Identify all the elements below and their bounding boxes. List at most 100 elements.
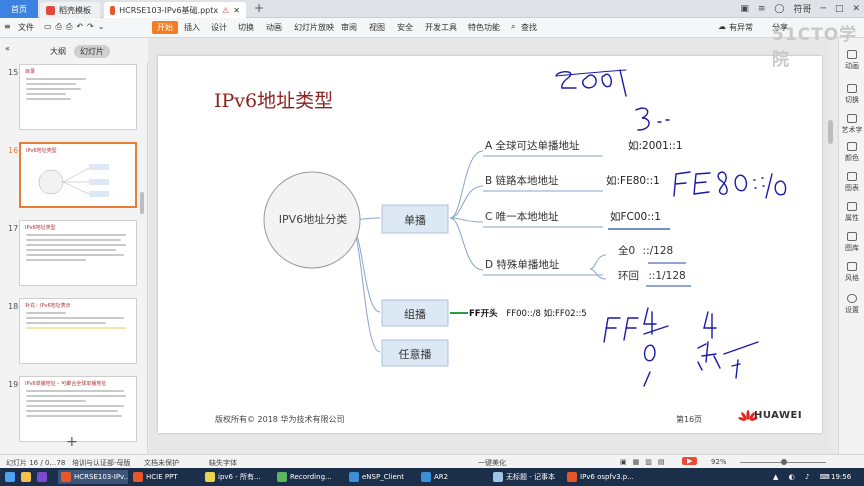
thumb-number: 19 <box>8 380 19 389</box>
quick-access-icons[interactable]: ▭⎙⎙↶↷⌄ <box>44 22 108 32</box>
watermark: 51CTO学院 <box>772 25 858 70</box>
taskbar-item[interactable]: Recording... <box>274 470 344 484</box>
unicast-c-example: 如FC00::1 <box>610 211 661 223</box>
missing-font[interactable]: 缺失字体 <box>209 458 237 468</box>
taskbar-label: 无标题 - 记事本 <box>506 473 555 481</box>
play-button[interactable]: ▶ <box>682 457 698 465</box>
thumb-number: 16 <box>8 146 19 155</box>
layout-icon[interactable]: ▣ <box>740 4 749 14</box>
unicast-a-example: 如:2001::1 <box>628 140 683 152</box>
menu-icon[interactable]: ≡ <box>758 4 766 14</box>
thumb-number: 15 <box>8 68 19 77</box>
panel-color[interactable]: 颜色 <box>839 142 864 163</box>
panel-transition[interactable]: 切换 <box>839 84 864 105</box>
panel-wordart[interactable]: 艺术字 <box>839 114 864 135</box>
menu-animation[interactable]: 动画 <box>266 22 282 33</box>
multicast-node: 组播 <box>404 308 426 321</box>
taskbar-item[interactable]: eNSP_Client <box>346 470 416 484</box>
multicast-note-rest: FF00::/8 如:FF02::5 <box>506 309 587 319</box>
menu-slideshow[interactable]: 幻灯片放映 <box>294 22 334 33</box>
search-icon[interactable]: ⌕ <box>511 22 515 32</box>
start-icon[interactable] <box>2 470 18 484</box>
tab-bar: 首页 稻壳模板 HCRSE103-IPv6基础.pptx ⚠ ✕ + ▣ ≡ ◯… <box>0 0 864 18</box>
taskbar-label: HCIE PPT <box>146 473 178 481</box>
taskbar-item[interactable]: IPv6 ospfv3.p... <box>564 470 636 484</box>
close-tab-icon[interactable]: ✕ <box>233 6 240 15</box>
maximize-icon[interactable]: □ <box>835 4 844 14</box>
add-tab-button[interactable]: + <box>254 1 264 15</box>
slide-thumbnail[interactable]: 目录 <box>19 64 137 130</box>
panel-settings-label: 设置 <box>845 306 859 314</box>
slide-thumbnail-selected[interactable]: IPv6地址类型 <box>19 142 137 208</box>
taskbar-item[interactable]: HCRSE103-IPv... <box>58 470 128 484</box>
windows-taskbar: HCRSE103-IPv... HCIE PPT ipv6 - 所有... Re… <box>0 468 864 486</box>
tab-document[interactable]: HCRSE103-IPv6基础.pptx ⚠ ✕ <box>104 2 246 18</box>
menu-transition[interactable]: 切换 <box>238 22 254 33</box>
anycast-node: 任意播 <box>398 348 432 361</box>
taskbar-label: AR2 <box>434 473 449 481</box>
menu-view[interactable]: 视图 <box>369 22 385 33</box>
panel-color-label: 颜色 <box>845 154 859 162</box>
huawei-brand: HUAWEI <box>754 410 803 421</box>
slide-thumbnail[interactable]: IPv6地址类型 <box>19 220 137 286</box>
taskbar-label: eNSP_Client <box>362 473 404 481</box>
collapse-icon[interactable]: « <box>5 44 10 53</box>
panel-chart-label: 图表 <box>845 184 859 192</box>
ribbon-menu: ≡ 文件 ▭⎙⎙↶↷⌄ 开始 插入 设计 切换 动画 幻灯片放映 审阅 视图 安… <box>0 18 864 38</box>
tab-slides[interactable]: 幻灯片 <box>74 45 110 58</box>
slide-copyright: 版权所有© 2018 华为技术有限公司 <box>215 415 345 424</box>
panel-transition-label: 切换 <box>845 96 859 104</box>
panel-settings[interactable]: 设置 <box>839 294 864 315</box>
hamburger-icon[interactable]: ≡ <box>4 22 11 31</box>
slide-thumbnail[interactable]: IPv6单播地址 – 可聚合全球单播地址 <box>19 376 137 442</box>
menu-insert[interactable]: 插入 <box>184 22 200 33</box>
zoom-level[interactable]: 92% <box>711 458 727 466</box>
user-avatar-icon[interactable]: ◯ <box>774 4 784 14</box>
panel-chart[interactable]: 图表 <box>839 172 864 193</box>
explorer-icon[interactable] <box>18 470 34 484</box>
menu-review[interactable]: 审阅 <box>341 22 357 33</box>
taskbar-item[interactable]: ipv6 - 所有... <box>202 470 272 484</box>
tab-outline[interactable]: 大纲 <box>44 45 72 58</box>
multicast-note: FF开头 FF00::/8 如:FF02::5 <box>469 307 587 319</box>
panel-gallery[interactable]: 图库 <box>839 232 864 253</box>
panel-style[interactable]: 风格 <box>839 262 864 283</box>
file-menu[interactable]: 文件 <box>18 22 34 33</box>
beautify-button[interactable]: 一键美化 <box>478 458 506 468</box>
unicast-b-label: B 链路本地地址 <box>485 175 559 187</box>
tab-home-label: 首页 <box>11 4 27 14</box>
add-slide-button[interactable]: + <box>66 434 78 450</box>
view-mode-icons[interactable]: ▣▦▥▤ <box>620 458 670 466</box>
menu-design[interactable]: 设计 <box>211 22 227 33</box>
protect-status[interactable]: 文档未保护 <box>144 458 179 468</box>
zoom-knob[interactable] <box>781 459 787 465</box>
menu-devtools[interactable]: 开发工具 <box>425 22 457 33</box>
tab-home[interactable]: 首页 <box>0 0 38 18</box>
connector-unicast-d <box>449 217 484 271</box>
tab-template[interactable]: 稻壳模板 <box>40 2 100 18</box>
menu-start[interactable]: 开始 <box>152 21 178 34</box>
thumbnail-scrollbar[interactable] <box>140 192 144 214</box>
minimize-icon[interactable]: ─ <box>821 4 826 14</box>
taskbar-item[interactable]: AR2 <box>418 470 488 484</box>
panel-properties[interactable]: 属性 <box>839 202 864 223</box>
gallery-icon <box>847 232 857 241</box>
menu-features[interactable]: 特色功能 <box>468 22 500 33</box>
user-name[interactable]: 符哥 <box>794 2 812 15</box>
tray-icons[interactable]: ▲ ◐ ♪ ⌨ <box>770 470 837 484</box>
slide-scrollbar[interactable] <box>828 120 833 144</box>
close-window-icon[interactable]: ✕ <box>852 4 860 14</box>
slide-thumbnail[interactable]: 补充：IPv6地址表示 <box>19 298 137 364</box>
settings-icon <box>847 294 857 303</box>
unicast-d-label: D 特殊单播地址 <box>485 259 560 271</box>
slide[interactable]: IPv6地址类型 IPV6地址分类 单播 组播 任意播 A 全球可达单播地址 如… <box>158 56 822 433</box>
taskbar-item[interactable]: 无标题 - 记事本 <box>490 470 562 484</box>
style-icon <box>847 262 857 271</box>
app-icon[interactable] <box>34 470 50 484</box>
special-loopback-value: ::1/128 <box>648 270 686 282</box>
collab-status[interactable]: 有异常 <box>729 22 753 33</box>
taskbar-item[interactable]: HCIE PPT <box>130 470 200 484</box>
menu-security[interactable]: 安全 <box>397 22 413 33</box>
search-button[interactable]: 查找 <box>521 22 537 33</box>
panel-gallery-label: 图库 <box>845 244 859 252</box>
